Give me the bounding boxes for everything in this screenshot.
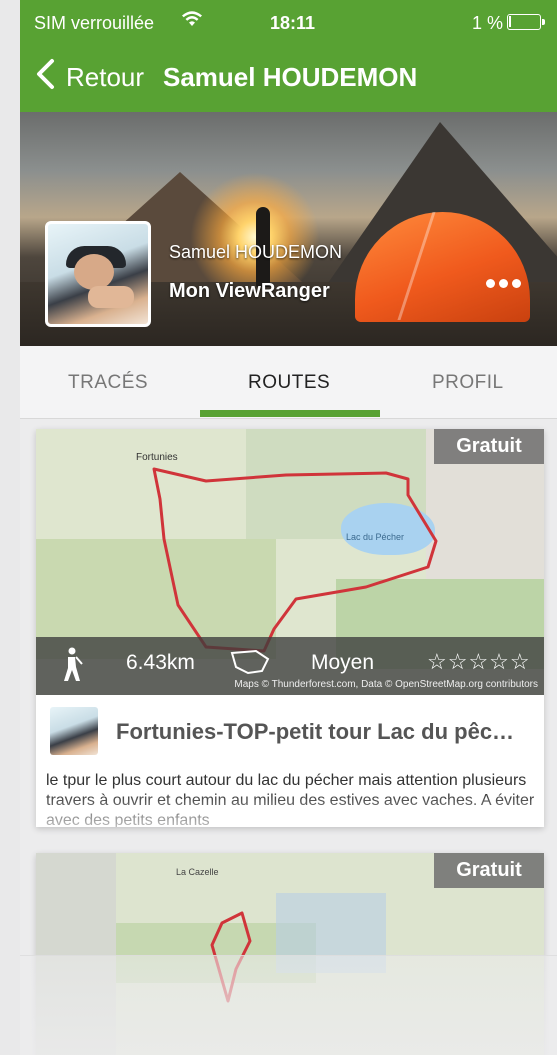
back-button[interactable]: Retour bbox=[66, 62, 144, 93]
price-badge: Gratuit bbox=[434, 853, 544, 888]
reflection-fade bbox=[20, 955, 557, 1055]
route-card[interactable]: Lac du Pécher Fortunies Gratuit 6.43km M… bbox=[36, 429, 544, 827]
route-difficulty: Moyen bbox=[311, 651, 375, 674]
app-screen: SIM verrouillée 18:11 1 % Retour Samuel … bbox=[20, 0, 557, 1055]
more-dots-icon[interactable] bbox=[486, 275, 530, 297]
profile-name: Samuel HOUDEMON bbox=[169, 242, 343, 262]
tab-profil[interactable]: PROFIL bbox=[432, 372, 504, 394]
active-tab-indicator bbox=[200, 410, 380, 417]
avatar-hand bbox=[88, 286, 134, 308]
battery-icon bbox=[507, 14, 545, 30]
tab-bar: TRACÉS ROUTES PROFIL bbox=[20, 346, 557, 419]
route-stats-bar: 6.43km Moyen ☆☆☆☆☆ Maps © Thunderforest.… bbox=[36, 637, 544, 695]
wifi-icon bbox=[182, 11, 202, 26]
profile-subtitle: Mon ViewRanger bbox=[169, 280, 330, 302]
tab-routes[interactable]: ROUTES bbox=[248, 372, 330, 394]
profile-cover: Samuel HOUDEMON Mon ViewRanger bbox=[20, 112, 557, 346]
status-bar: SIM verrouillée 18:11 1 % bbox=[20, 0, 557, 40]
route-distance: 6.43km bbox=[126, 651, 195, 674]
hiker-icon bbox=[64, 647, 83, 681]
back-chevron-icon[interactable] bbox=[34, 58, 56, 90]
rating-stars: ☆☆☆☆☆ bbox=[427, 649, 531, 674]
battery-percent: 1 % bbox=[472, 13, 504, 33]
route-description: le tpur le plus court autour du lac du p… bbox=[46, 772, 535, 827]
price-badge: Gratuit bbox=[434, 429, 544, 464]
clock: 18:11 bbox=[270, 13, 316, 33]
route-map[interactable]: Lac du Pécher Fortunies Gratuit 6.43km M… bbox=[36, 429, 544, 695]
profile-avatar[interactable] bbox=[45, 221, 151, 327]
avatar-face bbox=[74, 254, 114, 290]
top-bar: SIM verrouillée 18:11 1 % Retour Samuel … bbox=[20, 0, 557, 112]
route-info[interactable]: Fortunies-TOP-petit tour Lac du pêc… le … bbox=[36, 695, 544, 827]
author-avatar bbox=[50, 707, 98, 755]
navigation-bar: Retour Samuel HOUDEMON bbox=[20, 50, 557, 100]
page-title: Samuel HOUDEMON bbox=[163, 62, 418, 92]
tab-traces[interactable]: TRACÉS bbox=[68, 372, 148, 394]
map-credit: Maps © Thunderforest.com, Data © OpenStr… bbox=[234, 679, 538, 690]
route-title[interactable]: Fortunies-TOP-petit tour Lac du pêc… bbox=[116, 719, 536, 745]
loop-route-icon bbox=[230, 649, 270, 675]
carrier-label: SIM verrouillée bbox=[34, 13, 155, 33]
